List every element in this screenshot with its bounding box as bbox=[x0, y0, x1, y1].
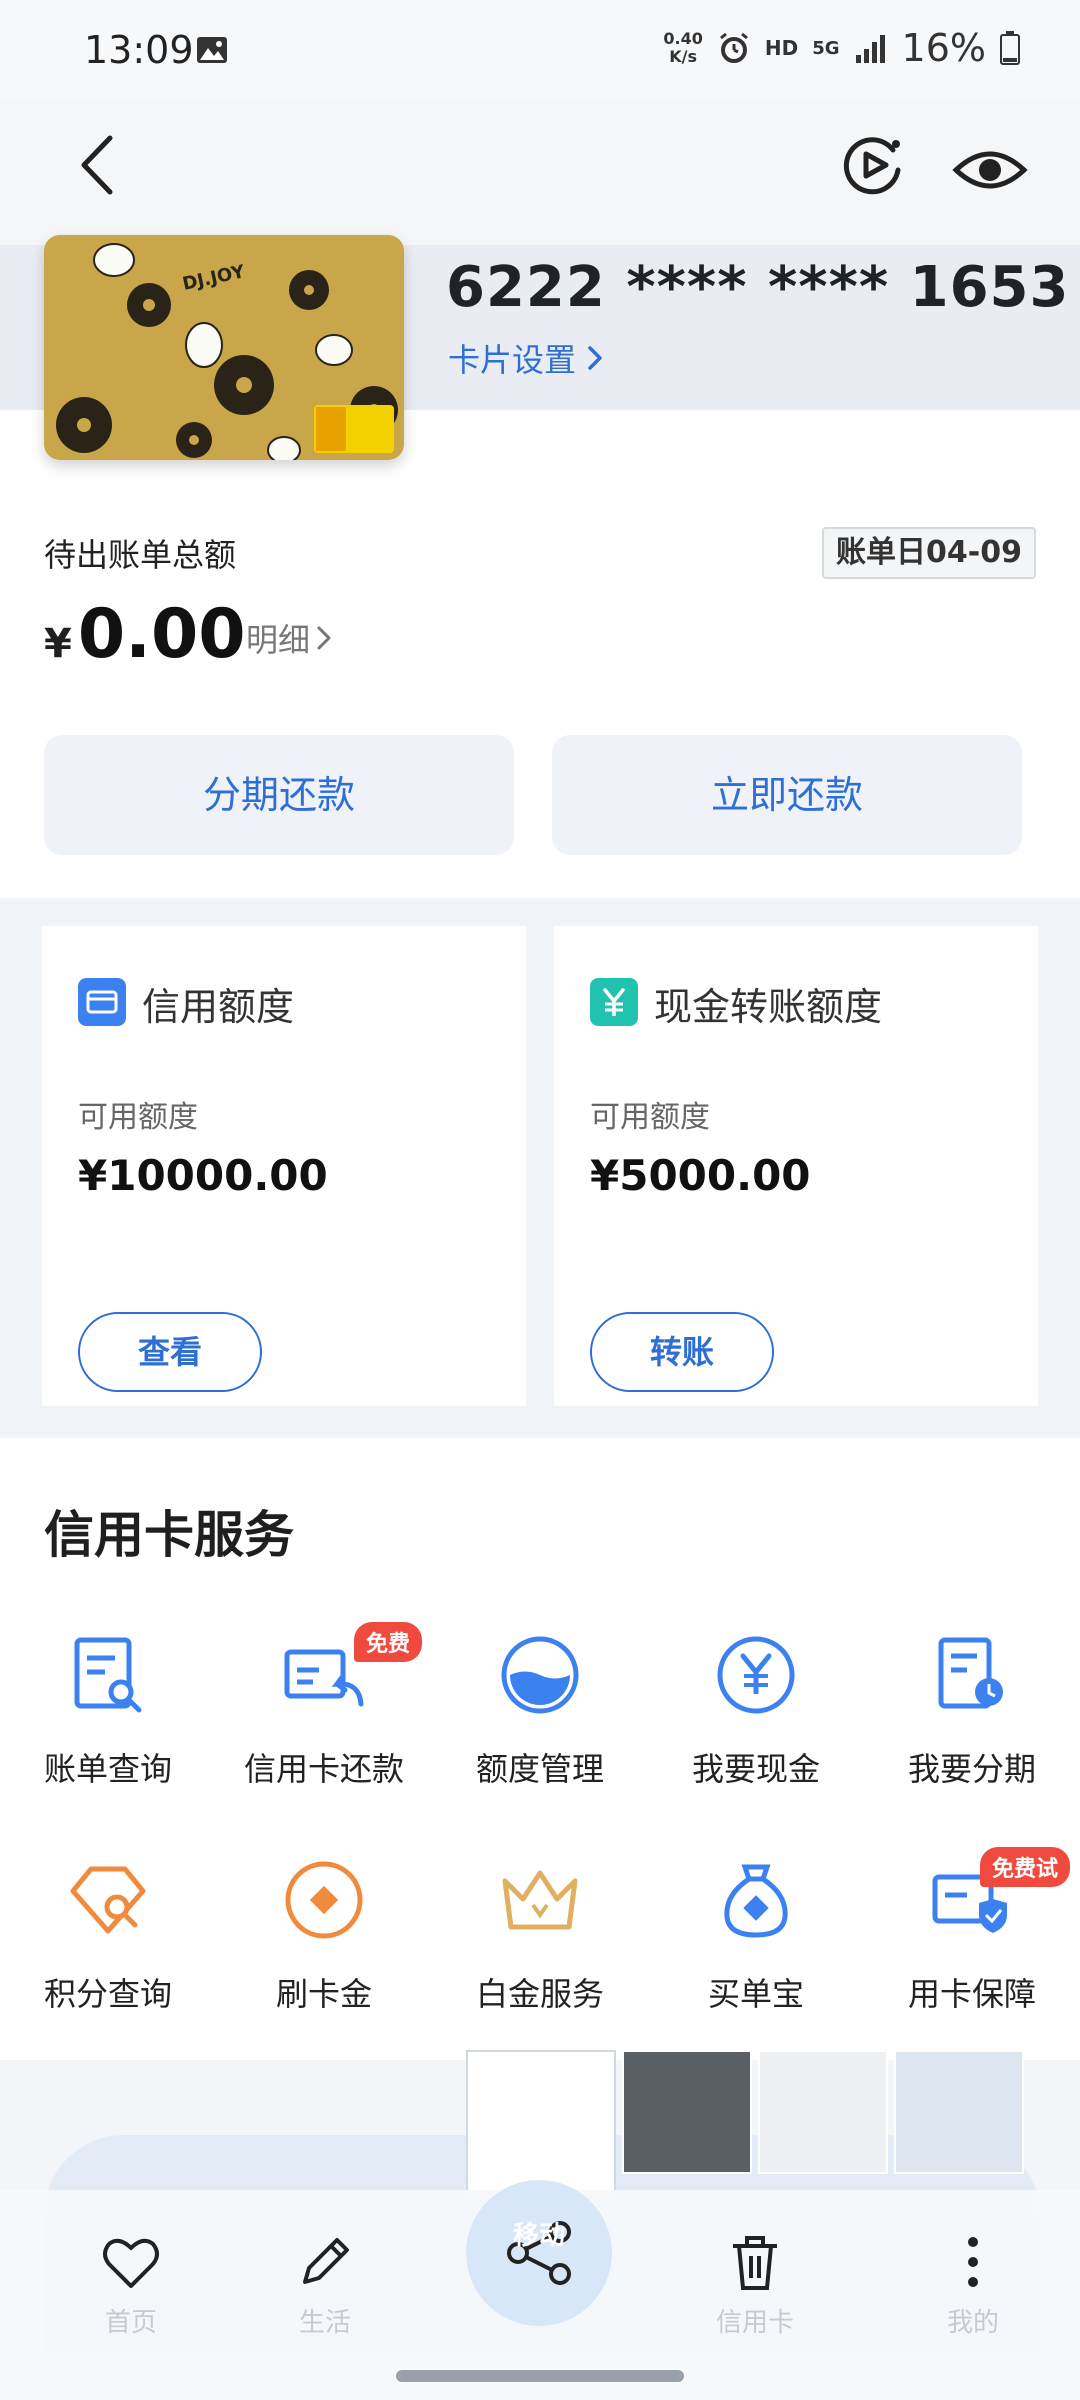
service-label: 积分查询 bbox=[43, 1975, 172, 2013]
nav-mine[interactable]: 我的 bbox=[898, 2230, 1048, 2339]
status-time: 13:09 bbox=[84, 28, 194, 72]
service-label: 用卡保障 bbox=[907, 1975, 1036, 2013]
bill-detail-label: 明细 bbox=[246, 621, 311, 659]
free-badge: 免费 bbox=[353, 1622, 422, 1662]
service-label: 额度管理 bbox=[475, 1750, 604, 1788]
credit-limit-title: 信用额度 bbox=[142, 985, 295, 1029]
photo-thumbnail[interactable] bbox=[622, 2050, 752, 2174]
chevron-right-icon bbox=[317, 626, 331, 650]
bill-detail-link[interactable]: 明细 bbox=[246, 615, 332, 661]
net-speed: 0.40 K/s bbox=[663, 29, 703, 66]
services-title: 信用卡服务 bbox=[44, 1506, 294, 1564]
service-limit-manage[interactable]: 额度管理 bbox=[432, 1630, 648, 1790]
more-vertical-icon bbox=[968, 2237, 978, 2287]
limit-manage-icon bbox=[501, 1636, 579, 1714]
cash-available-label: 可用额度 bbox=[590, 1100, 710, 1135]
service-cash[interactable]: 我要现金 bbox=[648, 1630, 864, 1790]
card-settings-link[interactable]: 卡片设置 bbox=[448, 335, 604, 381]
bill-query-icon bbox=[74, 1637, 142, 1713]
alarm-icon bbox=[719, 32, 748, 63]
trash-icon bbox=[733, 2236, 777, 2290]
document-thumbnail[interactable] bbox=[894, 2050, 1024, 2174]
nav-label: 我的 bbox=[946, 2308, 999, 2338]
platinum-crown-icon bbox=[502, 1870, 578, 1930]
network-type: 5G bbox=[812, 37, 840, 59]
signal-icon bbox=[855, 35, 885, 63]
free-trial-badge: 免费试 bbox=[979, 1847, 1070, 1887]
nav-label: 首页 bbox=[104, 2308, 157, 2338]
service-label: 我要分期 bbox=[907, 1750, 1036, 1788]
share-icon bbox=[507, 2221, 571, 2285]
transfer-button[interactable]: 转账 bbox=[590, 1312, 774, 1392]
pending-amount: ¥ 0.00 bbox=[44, 595, 246, 674]
back-arrow-icon[interactable] bbox=[70, 130, 130, 200]
screenshot-thumbnail[interactable] bbox=[466, 2050, 616, 2200]
pending-bill-label: 待出账单总额 bbox=[44, 536, 237, 574]
service-label: 刷卡金 bbox=[275, 1975, 372, 2013]
amount-value: 0.00 bbox=[77, 595, 246, 674]
service-card-protect[interactable]: 免费试 用卡保障 bbox=[864, 1847, 1080, 2015]
battery-percent: 16% bbox=[901, 26, 986, 70]
nav-home[interactable]: 首页 bbox=[56, 2230, 206, 2339]
eye-visibility-icon[interactable] bbox=[950, 130, 1030, 200]
swipe-gold-icon bbox=[285, 1861, 363, 1939]
home-indicator[interactable] bbox=[396, 2370, 684, 2382]
nav-credit-card[interactable]: 信用卡 bbox=[680, 2230, 830, 2339]
service-card-repay[interactable]: 免费 信用卡还款 bbox=[216, 1622, 432, 1790]
points-query-icon bbox=[70, 1866, 146, 1934]
service-pay-bag[interactable]: 买单宝 bbox=[648, 1855, 864, 2015]
installment-icon bbox=[938, 1637, 1003, 1709]
card-settings-label: 卡片设置 bbox=[448, 341, 577, 379]
service-installment[interactable]: 我要分期 bbox=[864, 1630, 1080, 1790]
battery-icon bbox=[1000, 31, 1020, 65]
pencil-icon bbox=[303, 2238, 349, 2284]
top-nav-bar bbox=[0, 100, 1080, 245]
card-number: 6222 **** **** 1653 bbox=[446, 255, 1070, 320]
video-play-icon[interactable] bbox=[838, 130, 908, 200]
pay-bag-icon bbox=[724, 1864, 788, 1938]
credit-limit-card: 信用额度 可用额度 ¥10000.00 查看 bbox=[42, 926, 526, 1406]
credit-available-label: 可用额度 bbox=[78, 1100, 198, 1135]
credit-available-amount: ¥10000.00 bbox=[78, 1151, 328, 1200]
service-swipe-gold[interactable]: 刷卡金 bbox=[216, 1855, 432, 2015]
cash-limit-title: 现金转账额度 bbox=[654, 985, 883, 1029]
card-art: DJ.JOY bbox=[44, 235, 404, 460]
service-platinum[interactable]: 白金服务 bbox=[432, 1855, 648, 2015]
limit-section: 信用额度 可用额度 ¥10000.00 查看 现金转账额度 可用额度 ¥5000… bbox=[0, 898, 1080, 1438]
installment-repay-button[interactable]: 分期还款 bbox=[44, 735, 514, 855]
heart-icon bbox=[103, 2238, 159, 2288]
service-bill-query[interactable]: 账单查询 bbox=[0, 1630, 216, 1790]
chevron-right-icon bbox=[588, 346, 602, 370]
bill-day-badge: 账单日04-09 bbox=[822, 527, 1036, 579]
document-thumbnail[interactable] bbox=[758, 2050, 888, 2174]
status-bar: 13:09 0.40 K/s HD 5G 16% bbox=[0, 0, 1080, 100]
yuan-cash-icon bbox=[590, 978, 638, 1026]
gallery-icon bbox=[197, 37, 227, 63]
service-label: 账单查询 bbox=[43, 1750, 172, 1788]
nav-label: 生活 bbox=[298, 2308, 351, 2338]
nav-label: 信用卡 bbox=[715, 2308, 794, 2338]
service-label: 买单宝 bbox=[707, 1975, 804, 2013]
card-face-image[interactable]: DJ.JOY bbox=[44, 235, 404, 460]
share-thumbnail-strip bbox=[466, 2050, 1024, 2200]
repay-now-button[interactable]: 立即还款 bbox=[552, 735, 1022, 855]
service-label: 白金服务 bbox=[475, 1975, 604, 2013]
view-limit-button[interactable]: 查看 bbox=[78, 1312, 262, 1392]
credit-card-icon bbox=[78, 978, 126, 1026]
service-points-query[interactable]: 积分查询 bbox=[0, 1855, 216, 2015]
nav-life[interactable]: 生活 bbox=[250, 2230, 400, 2339]
hd-indicator: HD bbox=[764, 36, 799, 60]
share-label: 移动 bbox=[512, 2221, 565, 2251]
service-label: 信用卡还款 bbox=[243, 1750, 404, 1788]
cash-available-amount: ¥5000.00 bbox=[590, 1151, 811, 1200]
cash-transfer-limit-card: 现金转账额度 可用额度 ¥5000.00 转账 bbox=[554, 926, 1038, 1406]
service-label: 我要现金 bbox=[691, 1750, 820, 1788]
cash-icon bbox=[717, 1636, 795, 1714]
currency-symbol: ¥ bbox=[44, 621, 72, 667]
share-button[interactable] bbox=[466, 2180, 612, 2326]
status-indicators: 0.40 K/s HD 5G 16% bbox=[663, 26, 1020, 70]
